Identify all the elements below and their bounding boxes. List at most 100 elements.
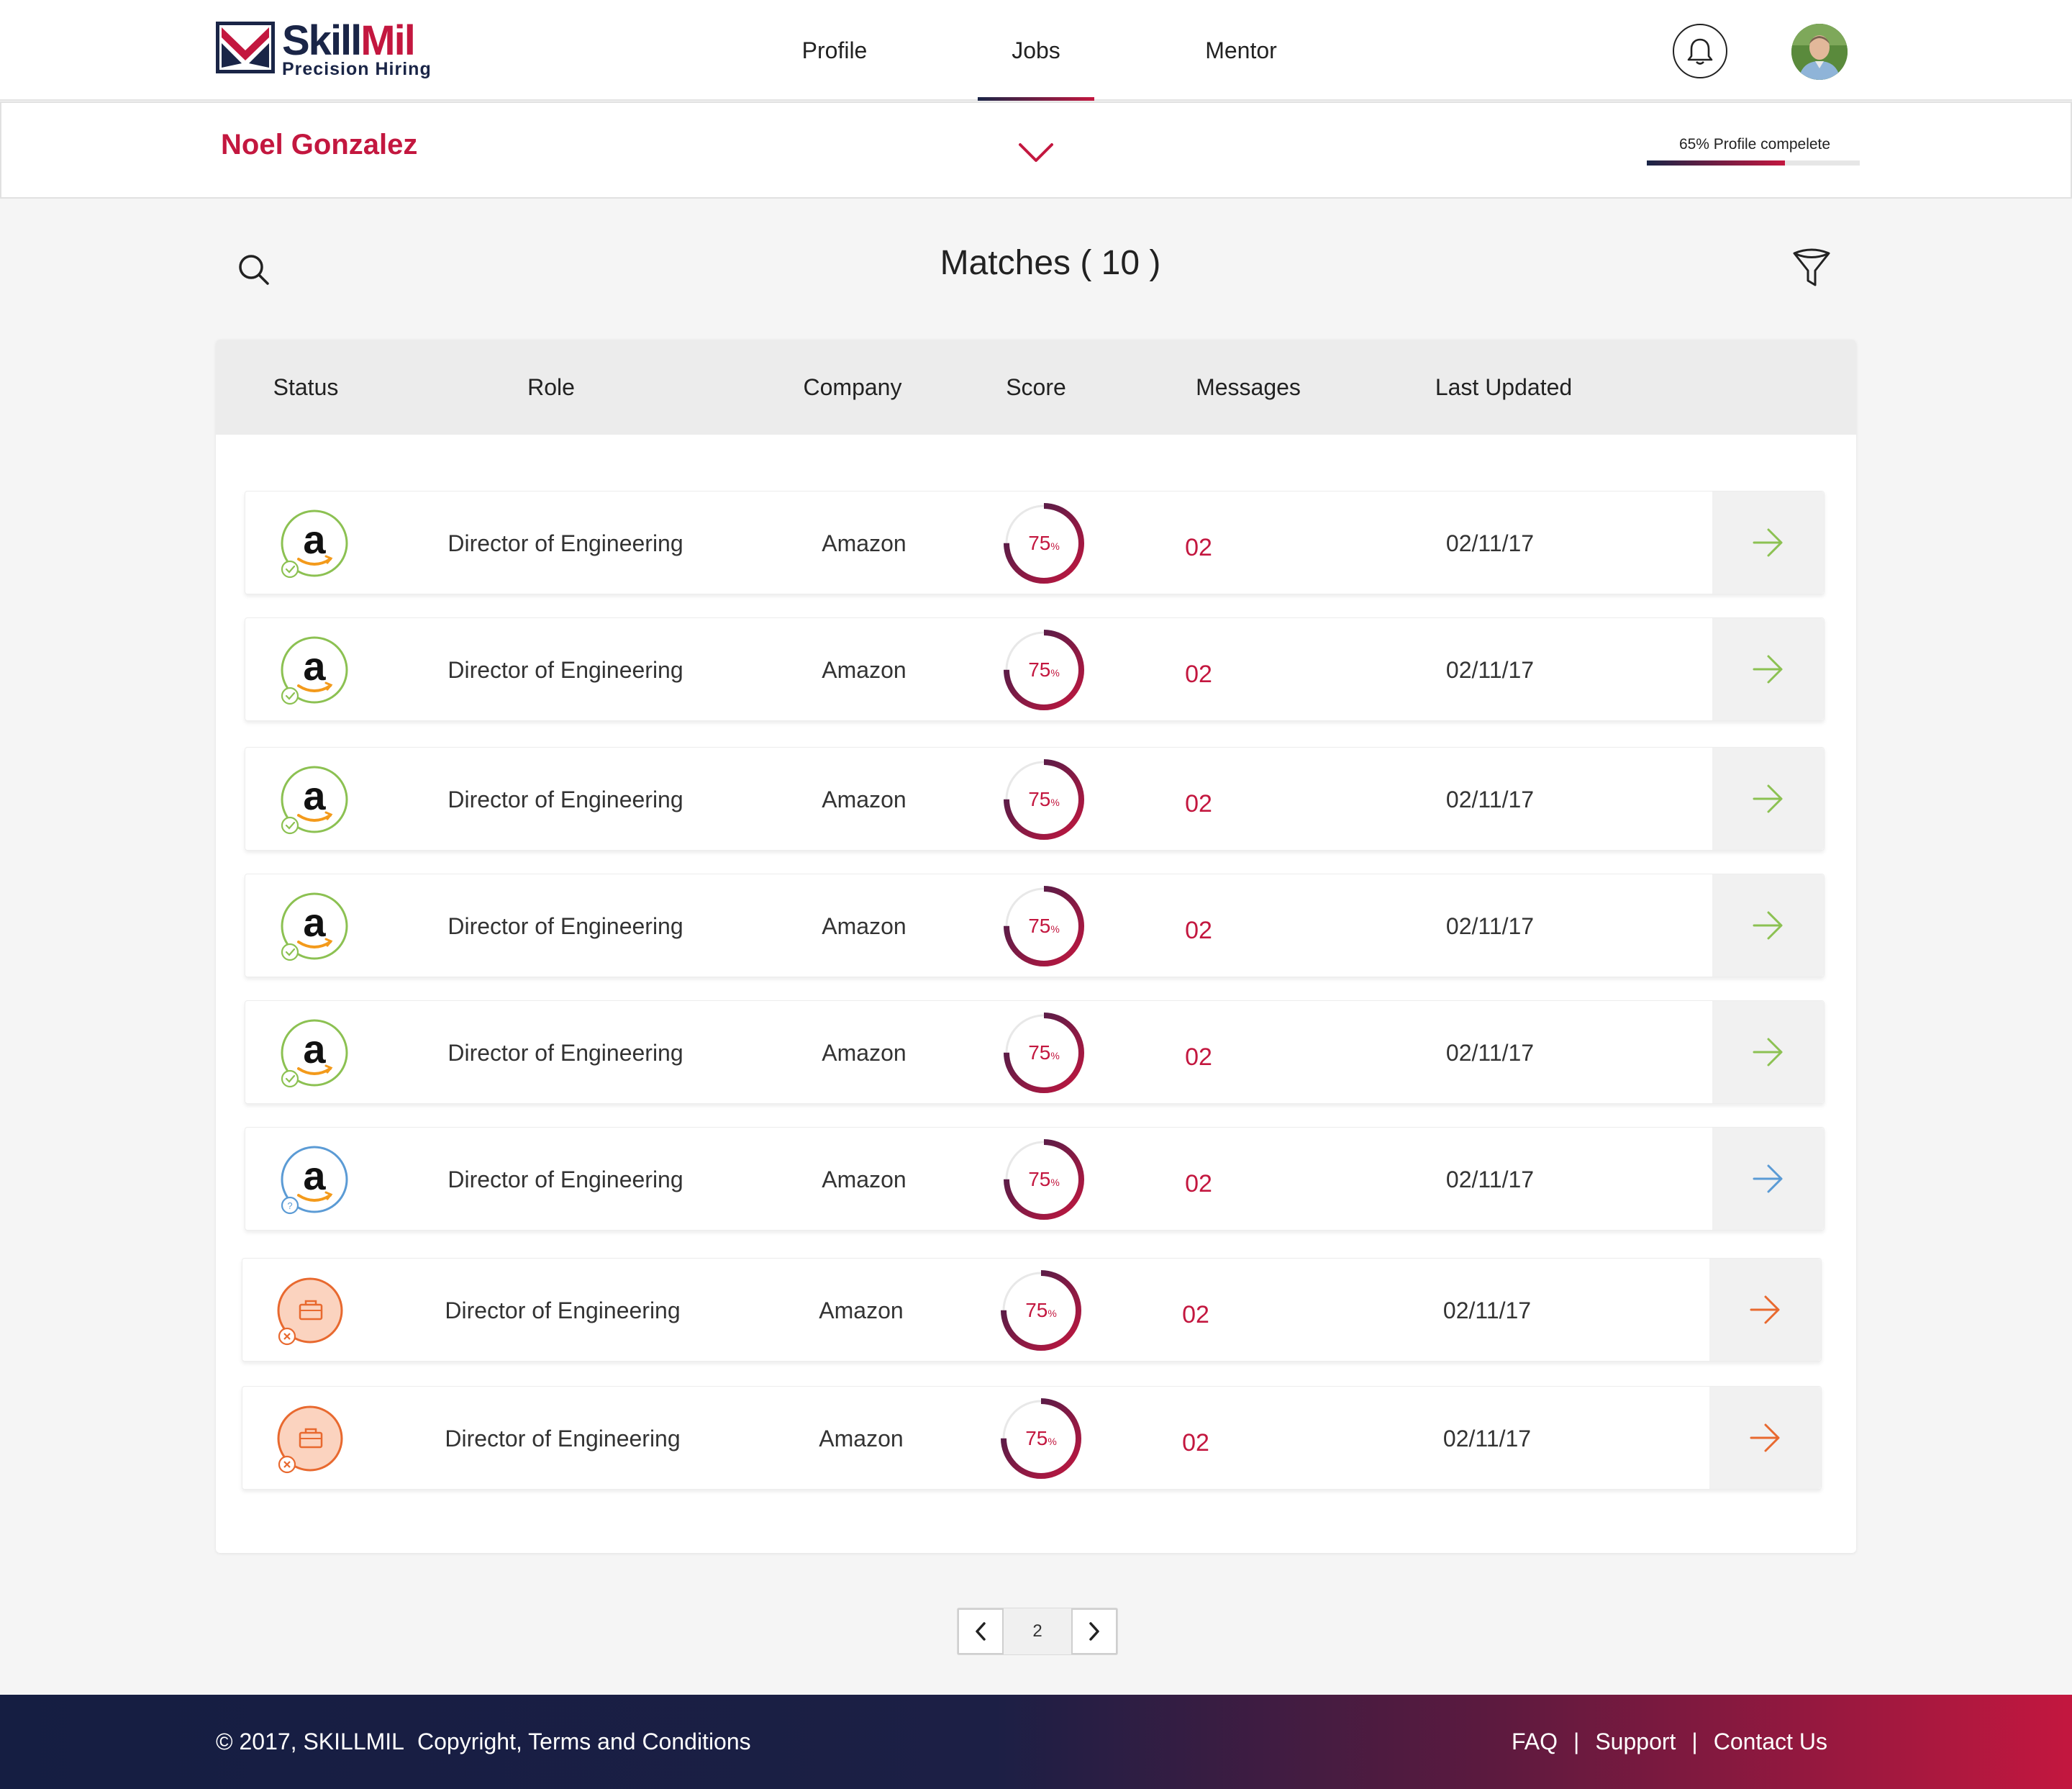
header-status[interactable]: Status [245,340,367,435]
skillmil-logo[interactable]: SkillMil Precision Hiring [216,17,432,81]
last-updated-cell: 02/11/17 [1445,656,1535,683]
arrow-right-icon [1750,1295,1779,1324]
view-match-button[interactable] [1709,1259,1821,1361]
avatar-photo [1791,24,1848,80]
profile-progress-fill [1647,160,1786,166]
table-row[interactable]: a Director of Engineering Amazon 75% 02 02/11… [245,747,1825,851]
messages-count[interactable]: 02 [1145,622,1253,726]
messages-count[interactable]: 02 [1142,1391,1250,1495]
messages-count[interactable]: 02 [1145,752,1253,856]
table-row[interactable]: a Director of Engineering Amazon 75% 02 02/11… [245,1000,1825,1104]
status-accepted-amazon-icon: a [281,509,348,579]
score-label: 75% [1001,627,1087,713]
table-row[interactable]: a Director of Engineering Amazon 75% 02 02/11… [245,617,1825,721]
chevron-down-icon[interactable] [1017,140,1055,165]
messages-count[interactable]: 02 [1145,496,1253,599]
status-pending-amazon-icon: a? [281,1146,348,1215]
logo-mark-icon [216,22,275,73]
table-row[interactable]: a? Director of Engineering Amazon 75% 02 02/1… [245,1127,1825,1231]
table-row[interactable]: Director of Engineering Amazon 75% 02 02/11/… [242,1258,1822,1362]
status-accepted-amazon-icon: a [281,636,348,705]
score-value: 75 [1025,1299,1048,1321]
svg-text:a: a [303,517,326,562]
score-unit: % [1050,797,1060,808]
svg-text:a: a [303,773,326,818]
user-avatar[interactable] [1791,24,1848,80]
header-score[interactable]: Score [971,340,1101,435]
view-match-button[interactable] [1709,1387,1821,1489]
score-label: 75% [1001,756,1087,843]
score-value: 75 [1025,1427,1048,1449]
footer-link-faq[interactable]: FAQ [1512,1729,1558,1755]
score-label: 75% [1001,883,1087,969]
last-updated-cell: 02/11/17 [1442,1425,1532,1451]
svg-text:a: a [303,1153,326,1198]
profile-strip: Noel Gonzalez 65% Profile compelete [0,101,2072,199]
view-match-button[interactable] [1712,874,1824,977]
footer-links: FAQ | Support | Contact Us [1512,1695,1827,1789]
nav-tab-jobs[interactable]: Jobs [978,0,1094,101]
table-row[interactable]: a Director of Engineering Amazon 75% 02 02/11… [245,491,1825,594]
view-match-button[interactable] [1712,748,1824,850]
role-cell: Director of Engineering [447,1039,683,1066]
view-match-button[interactable] [1712,618,1824,720]
messages-count[interactable]: 02 [1145,879,1253,982]
logo-tagline: Precision Hiring [282,59,432,79]
company-cell: Amazon [822,786,906,812]
pagination: 2 [957,1608,1118,1655]
filter-funnel-icon[interactable] [1791,248,1832,289]
footer-link-contact[interactable]: Contact Us [1714,1729,1827,1755]
footer-separator: | [1573,1729,1580,1754]
last-updated-cell: 02/11/17 [1445,530,1535,556]
score-unit: % [1050,1177,1060,1188]
user-name: Noel Gonzalez [221,129,418,160]
matches-table: Status Role Company Score Messages Last … [216,340,1856,1553]
table-row[interactable]: a Director of Engineering Amazon 75% 02 02/11… [245,874,1825,977]
role-cell: Director of Engineering [447,912,683,939]
svg-text:a: a [303,1026,326,1072]
current-page-number[interactable]: 2 [1004,1608,1071,1654]
top-nav-bar: SkillMil Precision Hiring Profile Jobs M… [0,0,2072,101]
score-value: 75 [1028,658,1051,681]
score-label: 75% [1001,1136,1087,1223]
header-role[interactable]: Role [486,340,616,435]
profile-progress-label: 65% Profile compelete [1678,136,1831,153]
svg-text:a: a [303,900,326,945]
view-match-button[interactable] [1712,1128,1824,1230]
role-cell: Director of Engineering [447,786,683,812]
notifications-button[interactable] [1673,24,1727,78]
arrow-right-icon [1753,784,1782,813]
view-match-button[interactable] [1712,492,1824,594]
score-unit: % [1050,923,1060,935]
footer-separator: | [1691,1729,1698,1754]
next-page-button[interactable] [1071,1608,1117,1654]
last-updated-cell: 02/11/17 [1445,786,1535,812]
status-accepted-amazon-icon: a [281,892,348,961]
footer: © 2017, SKILLMIL Copyright, Terms and Co… [0,1695,2072,1789]
profile-progress-bar [1647,160,1860,166]
company-cell: Amazon [819,1297,904,1323]
nav-tab-profile[interactable]: Profile [791,0,878,101]
company-cell: Amazon [822,912,906,939]
footer-link-support[interactable]: Support [1595,1729,1676,1755]
nav-tab-mentor[interactable]: Mentor [1194,0,1288,101]
search-icon[interactable] [236,252,272,288]
view-match-button[interactable] [1712,1001,1824,1103]
score-unit: % [1050,1050,1060,1061]
messages-count[interactable]: 02 [1142,1263,1250,1367]
table-row[interactable]: Director of Engineering Amazon 75% 02 02/11/… [242,1386,1822,1490]
header-company[interactable]: Company [763,340,942,435]
role-cell: Director of Engineering [447,656,683,683]
chevron-right-icon [1089,1622,1099,1641]
svg-text:?: ? [287,1200,292,1211]
logo-wordmark: SkillMil [282,17,416,64]
messages-count[interactable]: 02 [1145,1005,1253,1109]
prev-page-button[interactable] [958,1608,1004,1654]
header-messages[interactable]: Messages [1158,340,1338,435]
score-unit: % [1050,667,1060,679]
header-last-updated[interactable]: Last Updated [1396,340,1612,435]
footer-terms-link[interactable]: Copyright, Terms and Conditions [417,1695,751,1789]
arrow-right-icon [1753,1164,1782,1193]
messages-count[interactable]: 02 [1145,1132,1253,1236]
score-label: 75% [998,1267,1084,1354]
